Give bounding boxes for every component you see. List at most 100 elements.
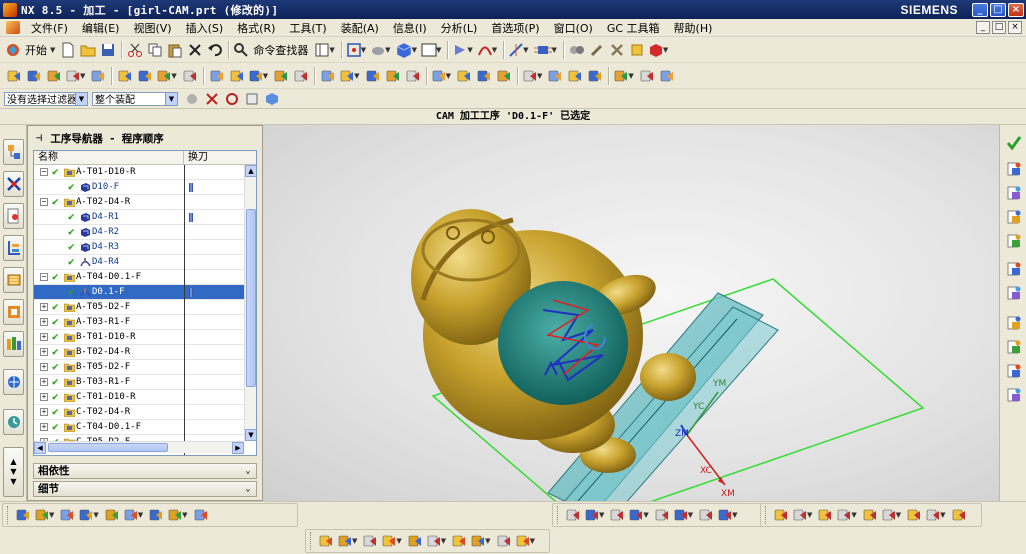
history-tab[interactable] (3, 409, 24, 435)
arc-button[interactable]: ▼ (584, 505, 606, 525)
left-bar-scroller[interactable]: ▲ ▼ ▼ (3, 447, 24, 497)
program-order-button[interactable] (1003, 283, 1024, 302)
generate-path-button[interactable] (208, 66, 226, 86)
tree-row[interactable]: ✔ D4-R2 (34, 225, 244, 240)
simulate-button[interactable] (292, 66, 310, 86)
csys-button[interactable] (147, 505, 165, 525)
tree-row[interactable]: + ✔ A-T05-D2-F (34, 300, 244, 315)
gouge-check-button[interactable]: ▼ (515, 531, 537, 551)
text-button[interactable] (653, 505, 671, 525)
paste-object-button[interactable] (495, 66, 513, 86)
doc-close-button[interactable]: × (1008, 21, 1022, 34)
details-section[interactable]: 细节 ⌄ (33, 481, 257, 497)
sketch-button[interactable]: ▼ (508, 40, 530, 60)
selection-scope-select[interactable]: 整个装配 ▼ (92, 91, 178, 106)
edit-object-button[interactable]: ▼ (431, 66, 453, 86)
toolbar-grip[interactable] (765, 506, 768, 524)
cut-region-button[interactable]: ▼ (426, 531, 448, 551)
collapse-icon[interactable]: − (40, 198, 48, 206)
verify-check-button[interactable] (1003, 133, 1024, 152)
tree-row[interactable]: + ✔ B-T05-D2-F (34, 360, 244, 375)
red-box-button[interactable]: ▼ (648, 40, 670, 60)
nx-menu-icon[interactable] (6, 21, 20, 34)
fit-view-button[interactable]: ▼ (346, 40, 368, 60)
dependencies-section[interactable]: 相依性 ⌄ (33, 463, 257, 479)
join-button[interactable] (905, 505, 923, 525)
layout-button[interactable]: ▼ (314, 40, 336, 60)
expand-icon[interactable]: + (40, 363, 48, 371)
menu-assemblies[interactable]: 装配(A) (334, 20, 386, 36)
menu-tools[interactable]: 工具(T) (282, 20, 333, 36)
copy-button[interactable] (146, 40, 164, 60)
menu-information[interactable]: 信息(I) (386, 20, 434, 36)
expand-icon[interactable]: + (40, 333, 48, 341)
blank-button[interactable] (361, 531, 379, 551)
undo-button[interactable] (206, 40, 224, 60)
project-curve-button[interactable] (697, 505, 715, 525)
save-button[interactable] (99, 40, 117, 60)
collapse-icon[interactable]: − (40, 273, 48, 281)
wizard-button[interactable] (658, 66, 676, 86)
scroll-down-icon[interactable]: ▼ (245, 429, 256, 441)
tree-row[interactable]: + ✔ B-T01-D10-R (34, 330, 244, 345)
cls-button[interactable] (1003, 207, 1024, 226)
fillet-button[interactable]: ▼ (717, 505, 739, 525)
tree-row[interactable]: ✔ D4-R4 (34, 255, 244, 270)
tree-row[interactable]: ✔ D4-R1 (34, 210, 244, 225)
render-style-button[interactable]: ▼ (370, 40, 392, 60)
check-button[interactable] (638, 66, 656, 86)
check-geom-button[interactable]: ▼ (381, 531, 403, 551)
bridge-button[interactable]: ▼ (881, 505, 903, 525)
hscroll-thumb[interactable] (48, 443, 168, 452)
menu-preferences[interactable]: 首选项(P) (484, 20, 546, 36)
expand-icon[interactable]: + (40, 423, 48, 431)
collapse-icon[interactable]: − (40, 168, 48, 176)
edit-param-button[interactable]: ▼ (925, 505, 947, 525)
tree-row[interactable]: − ✔ A-T02-D4-R (34, 195, 244, 210)
selection-mode-button[interactable] (14, 505, 32, 525)
column-header-name[interactable]: 名称 (34, 151, 184, 164)
delete-object-button[interactable]: ▼ (522, 66, 544, 86)
output-cls-button[interactable] (364, 66, 382, 86)
extend-button[interactable]: ▼ (792, 505, 814, 525)
create-op-button[interactable] (317, 531, 335, 551)
cut-button[interactable] (126, 40, 144, 60)
machine-tool-navigator-tab[interactable] (3, 267, 24, 293)
workpiece-button[interactable]: ▼ (337, 531, 359, 551)
constraint-navigator-tab[interactable] (3, 171, 24, 197)
tree-horizontal-scrollbar[interactable]: ◀ ▶ (34, 441, 244, 454)
menu-format[interactable]: 格式(R) (230, 20, 282, 36)
rename-button[interactable] (546, 66, 564, 86)
info-button[interactable] (586, 66, 604, 86)
doc-restore-button[interactable]: □ (992, 21, 1006, 34)
tree-row[interactable]: ✔ D4-R3 (34, 240, 244, 255)
command-finder-button[interactable]: 命令查找器 (233, 40, 312, 60)
tree-row[interactable]: − ✔ A-T01-D10-R (34, 165, 244, 180)
replay-path-button[interactable] (228, 66, 246, 86)
start-button[interactable]: 开始 ▼ (5, 40, 57, 60)
graphics-window[interactable]: YM YC ZM XC XM (263, 125, 999, 501)
curve-text-button[interactable]: ▼ (628, 505, 650, 525)
operation-list-button[interactable] (1003, 183, 1024, 202)
program-view-button[interactable] (116, 66, 134, 86)
tool-wrench-button[interactable] (588, 40, 606, 60)
trim-button[interactable] (772, 505, 790, 525)
cut-object-button[interactable] (455, 66, 473, 86)
pick-button[interactable] (203, 89, 221, 109)
scroll-left-icon[interactable]: ◀ (34, 442, 46, 454)
plane-button[interactable]: ▼ (533, 40, 559, 60)
chamfer-button[interactable]: ▼ (836, 505, 858, 525)
menu-window[interactable]: 窗口(O) (547, 20, 600, 36)
create-geometry-button[interactable] (45, 66, 63, 86)
minimize-button[interactable]: _ (972, 2, 988, 17)
delete-button[interactable] (186, 40, 204, 60)
corner-button[interactable] (861, 505, 879, 525)
paste-button[interactable] (166, 40, 184, 60)
menu-insert[interactable]: 插入(S) (179, 20, 231, 36)
delete-curve-button[interactable] (950, 505, 968, 525)
select-all-button[interactable] (223, 89, 241, 109)
line-button[interactable] (564, 505, 582, 525)
assembly-button[interactable] (568, 40, 586, 60)
offset-curve-button[interactable]: ▼ (673, 505, 695, 525)
snap-point-button[interactable] (183, 89, 201, 109)
